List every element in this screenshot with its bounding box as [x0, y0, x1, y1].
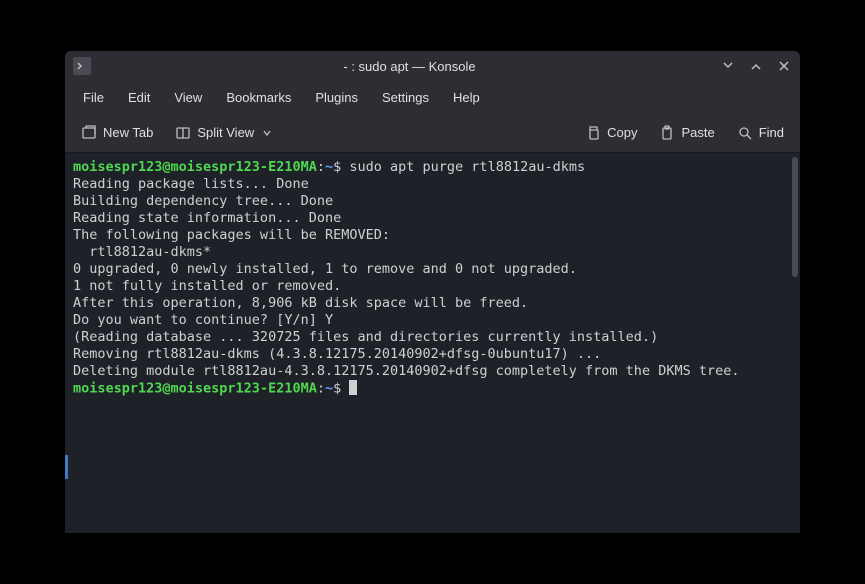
prompt-line-2: moisespr123@moisespr123-E210MA:~$ — [73, 380, 792, 398]
output-line: Building dependency tree... Done — [73, 193, 792, 210]
output-line: rtl8812au-dkms* — [73, 244, 792, 261]
new-tab-label: New Tab — [103, 125, 153, 140]
copy-icon — [585, 125, 601, 141]
window-title: - : sudo apt — Konsole — [99, 59, 720, 74]
output-line: 1 not fully installed or removed. — [73, 278, 792, 295]
menu-view[interactable]: View — [164, 86, 212, 109]
copy-button[interactable]: Copy — [577, 120, 645, 146]
output-line: Deleting module rtl8812au-4.3.8.12175.20… — [73, 363, 792, 380]
find-button[interactable]: Find — [729, 120, 792, 146]
terminal-area[interactable]: moisespr123@moisespr123-E210MA:~$ sudo a… — [65, 153, 800, 533]
minimize-button[interactable] — [720, 58, 736, 74]
window-controls — [720, 58, 792, 74]
menu-file[interactable]: File — [73, 86, 114, 109]
menu-bookmarks[interactable]: Bookmarks — [216, 86, 301, 109]
toolbar-left: New Tab Split View — [73, 120, 280, 146]
output-line: 0 upgraded, 0 newly installed, 1 to remo… — [73, 261, 792, 278]
search-icon — [737, 125, 753, 141]
output-line: The following packages will be REMOVED: — [73, 227, 792, 244]
menu-edit[interactable]: Edit — [118, 86, 160, 109]
menu-help[interactable]: Help — [443, 86, 490, 109]
paste-label: Paste — [681, 125, 714, 140]
prompt-path: ~ — [325, 381, 333, 397]
prompt-colon: : — [317, 381, 325, 397]
split-view-button[interactable]: Split View — [167, 120, 280, 146]
new-tab-icon — [81, 125, 97, 141]
toolbar-right: Copy Paste Find — [577, 120, 792, 146]
cursor — [349, 380, 357, 395]
menu-settings[interactable]: Settings — [372, 86, 439, 109]
new-tab-button[interactable]: New Tab — [73, 120, 161, 146]
konsole-window: - : sudo apt — Konsole File Edit View Bo… — [65, 51, 800, 533]
close-button[interactable] — [776, 58, 792, 74]
menubar: File Edit View Bookmarks Plugins Setting… — [65, 81, 800, 113]
output-line: Removing rtl8812au-dkms (4.3.8.12175.201… — [73, 346, 792, 363]
prompt-line-1: moisespr123@moisespr123-E210MA:~$ sudo a… — [73, 159, 792, 176]
output-line: (Reading database ... 320725 files and d… — [73, 329, 792, 346]
activity-indicator — [65, 455, 68, 479]
prompt-colon: : — [317, 159, 325, 175]
output-line: Reading package lists... Done — [73, 176, 792, 193]
command-text: sudo apt purge rtl8812au-dkms — [341, 159, 585, 175]
split-view-icon — [175, 125, 191, 141]
prompt-dollar: $ — [333, 381, 341, 397]
output-line: Do you want to continue? [Y/n] Y — [73, 312, 792, 329]
paste-icon — [659, 125, 675, 141]
paste-button[interactable]: Paste — [651, 120, 722, 146]
scrollbar[interactable] — [792, 157, 798, 277]
app-icon — [73, 57, 91, 75]
output-line: Reading state information... Done — [73, 210, 792, 227]
toolbar: New Tab Split View Copy — [65, 113, 800, 153]
copy-label: Copy — [607, 125, 637, 140]
prompt-user: moisespr123@moisespr123-E210MA — [73, 381, 317, 397]
find-label: Find — [759, 125, 784, 140]
maximize-button[interactable] — [748, 58, 764, 74]
chevron-down-icon — [262, 128, 272, 138]
output-line: After this operation, 8,906 kB disk spac… — [73, 295, 792, 312]
titlebar[interactable]: - : sudo apt — Konsole — [65, 51, 800, 81]
menu-plugins[interactable]: Plugins — [305, 86, 368, 109]
prompt-path: ~ — [325, 159, 333, 175]
split-view-label: Split View — [197, 125, 254, 140]
prompt-user: moisespr123@moisespr123-E210MA — [73, 159, 317, 175]
